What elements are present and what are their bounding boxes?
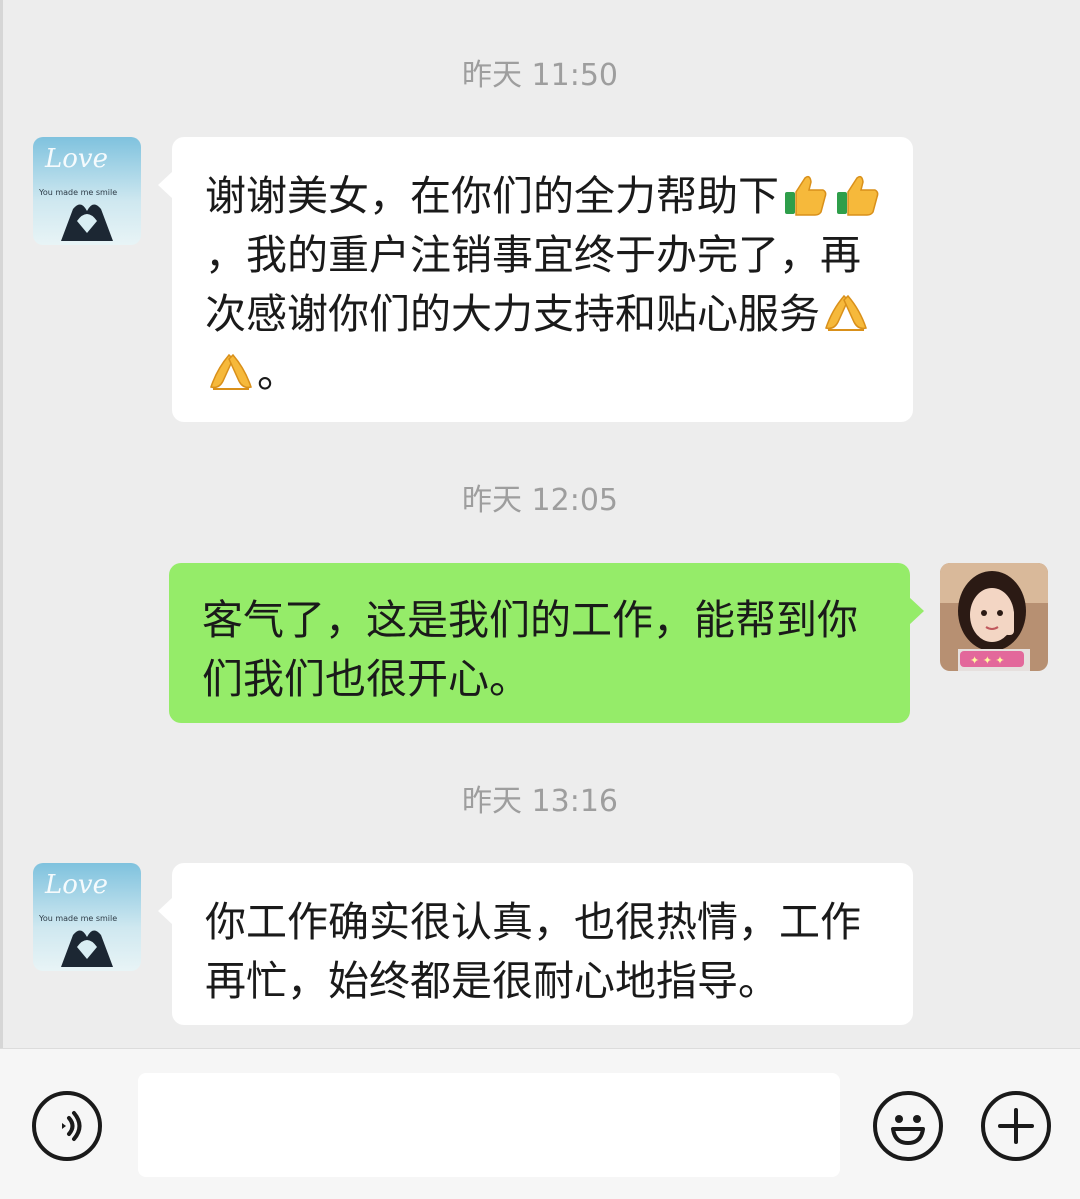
message-text: 你工作确实很认真，也很热情，工作再忙，始终都是很耐心地指导。: [205, 898, 861, 1005]
chat-input-bar: [0, 1048, 1080, 1199]
my-avatar[interactable]: ✦ ✦ ✦: [940, 563, 1048, 671]
thumbs-up-icon: [785, 175, 827, 216]
timestamp: 昨天 11:50: [462, 58, 618, 93]
woman-portrait-avatar-image: ✦ ✦ ✦: [940, 563, 1048, 671]
bow-hands-icon: [825, 294, 867, 331]
voice-button[interactable]: [32, 1091, 102, 1161]
plus-icon: [998, 1108, 1034, 1144]
incoming-message-bubble[interactable]: 谢谢美女，在你们的全力帮助下 ，我的重户注销事宜终于办完了，再次感谢你们的大力支持…: [158, 137, 913, 422]
left-edge-divider: [0, 0, 3, 1199]
message-input[interactable]: [138, 1073, 840, 1177]
message-text-segment: ，我的重户注销事宜终于办完了，再次感谢你们的大力支持和贴心服务: [205, 231, 861, 338]
love-hands-avatar-image: Love You made me smile: [33, 863, 141, 971]
love-hands-avatar-image: Love You made me smile: [33, 137, 141, 245]
chat-screen: 昨天 11:50 Love You made me smile 谢谢美女，在你们…: [0, 0, 1080, 1199]
emoji-face-icon: [891, 1115, 925, 1145]
avatar-caption: You made me smile: [38, 188, 117, 197]
message-text: 谢谢美女，在你们的全力帮助下 ，我的重户注销事宜终于办完了，再次感谢你们的大力支持…: [205, 167, 883, 403]
contact-avatar[interactable]: Love You made me smile: [33, 863, 141, 971]
voice-icon: [62, 1111, 82, 1141]
timestamp: 昨天 12:05: [462, 483, 618, 518]
message-text-segment: 。: [257, 349, 298, 397]
bow-hands-icon: [210, 353, 252, 390]
thumbs-up-icon: [837, 175, 879, 216]
svg-text:Love: Love: [44, 144, 108, 174]
contact-avatar[interactable]: Love You made me smile: [33, 137, 141, 245]
emoji-button[interactable]: [873, 1091, 943, 1161]
avatar-caption: You made me smile: [38, 914, 117, 923]
svg-text:Love: Love: [44, 870, 108, 900]
svg-text:✦ ✦ ✦: ✦ ✦ ✦: [970, 654, 1005, 667]
incoming-message-bubble[interactable]: 你工作确实很认真，也很热情，工作再忙，始终都是很耐心地指导。: [158, 863, 913, 1025]
more-actions-button[interactable]: [981, 1091, 1051, 1161]
outgoing-message-bubble[interactable]: 客气了，这是我们的工作，能帮到你们我们也很开心。: [169, 563, 924, 723]
timestamp: 昨天 13:16: [462, 784, 618, 819]
message-text: 客气了，这是我们的工作，能帮到你们我们也很开心。: [202, 596, 858, 703]
message-text-segment: 谢谢美女，在你们的全力帮助下: [205, 172, 779, 220]
